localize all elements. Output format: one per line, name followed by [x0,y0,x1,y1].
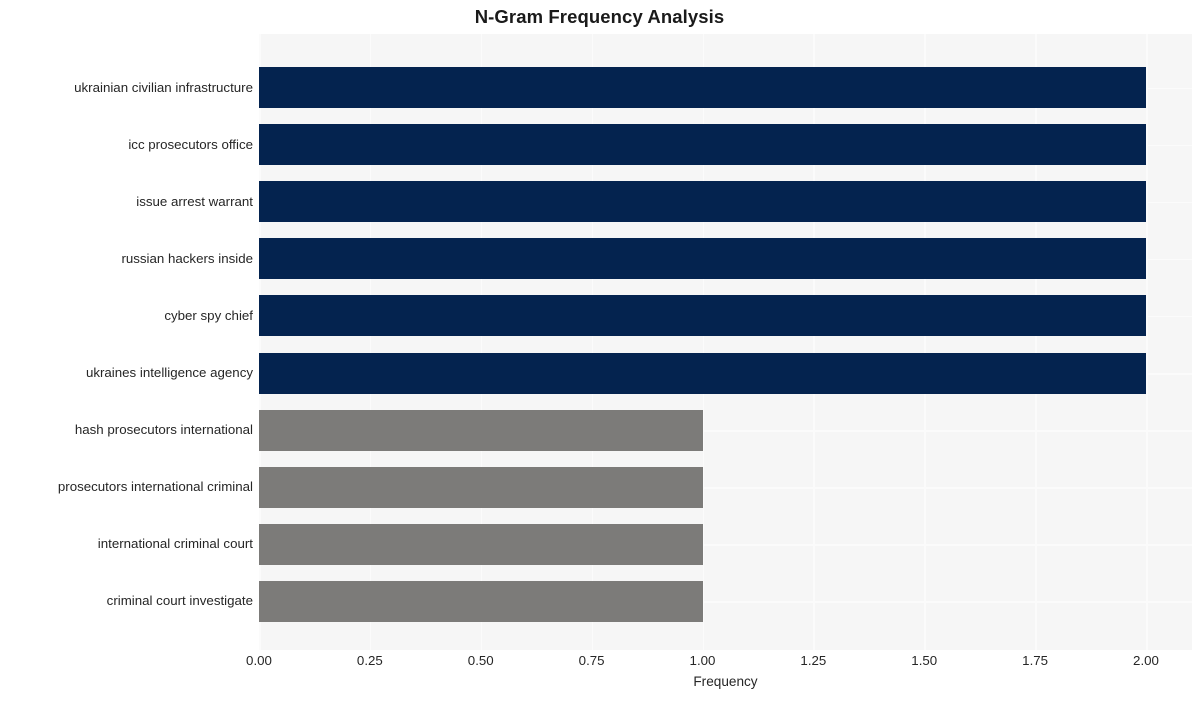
bar [259,580,703,622]
x-axis-tick-labels: 0.00 0.25 0.50 0.75 1.00 1.25 1.50 1.75 2.00 [0,653,1199,673]
y-axis-tick-labels: ukrainian civilian infrastructure icc pro… [0,34,253,650]
x-axis-label: Frequency [693,674,758,689]
plot-area [259,34,1192,650]
bar [259,409,703,451]
x-axis-tick-label: 1.50 [911,653,938,668]
bar [259,238,1146,280]
bar [259,466,703,508]
x-axis-tick-label: 0.75 [578,653,605,668]
x-axis-tick-label: 1.25 [800,653,827,668]
chart-figure: N-Gram Frequency Analysis ukrainian civi… [0,0,1199,701]
y-axis-tick-label: issue arrest warrant [136,193,253,209]
y-axis-tick-label: icc prosecutors office [128,136,253,152]
y-axis-tick-label: russian hackers inside [121,250,253,266]
y-axis-tick-label: ukrainian civilian infrastructure [74,79,253,95]
x-axis-tick-label: 0.25 [356,653,383,668]
bar [259,124,1146,166]
y-axis-tick-label: cyber spy chief [164,307,253,323]
bar [259,67,1146,108]
x-axis-tick-label: 0.00 [246,653,272,668]
page-title: N-Gram Frequency Analysis [474,6,725,27]
y-axis-tick-label: prosecutors international criminal [57,479,253,495]
y-axis-tick-label: international criminal court [97,536,253,552]
vertical-gridline [1146,34,1148,650]
y-axis-tick-label: criminal court investigate [106,593,253,609]
y-axis-tick-label: ukraines intelligence agency [85,365,253,380]
x-axis-tick-label: 2.00 [1133,653,1159,668]
y-axis-tick-label: hash prosecutors international [74,422,253,438]
x-axis-tick-label: 1.00 [689,653,716,668]
bar [259,352,1146,394]
x-axis-tick-label: 0.50 [467,653,494,668]
bar [259,181,1146,223]
bar [259,295,1146,337]
bar [259,523,703,565]
x-axis-tick-label: 1.75 [1022,653,1049,668]
